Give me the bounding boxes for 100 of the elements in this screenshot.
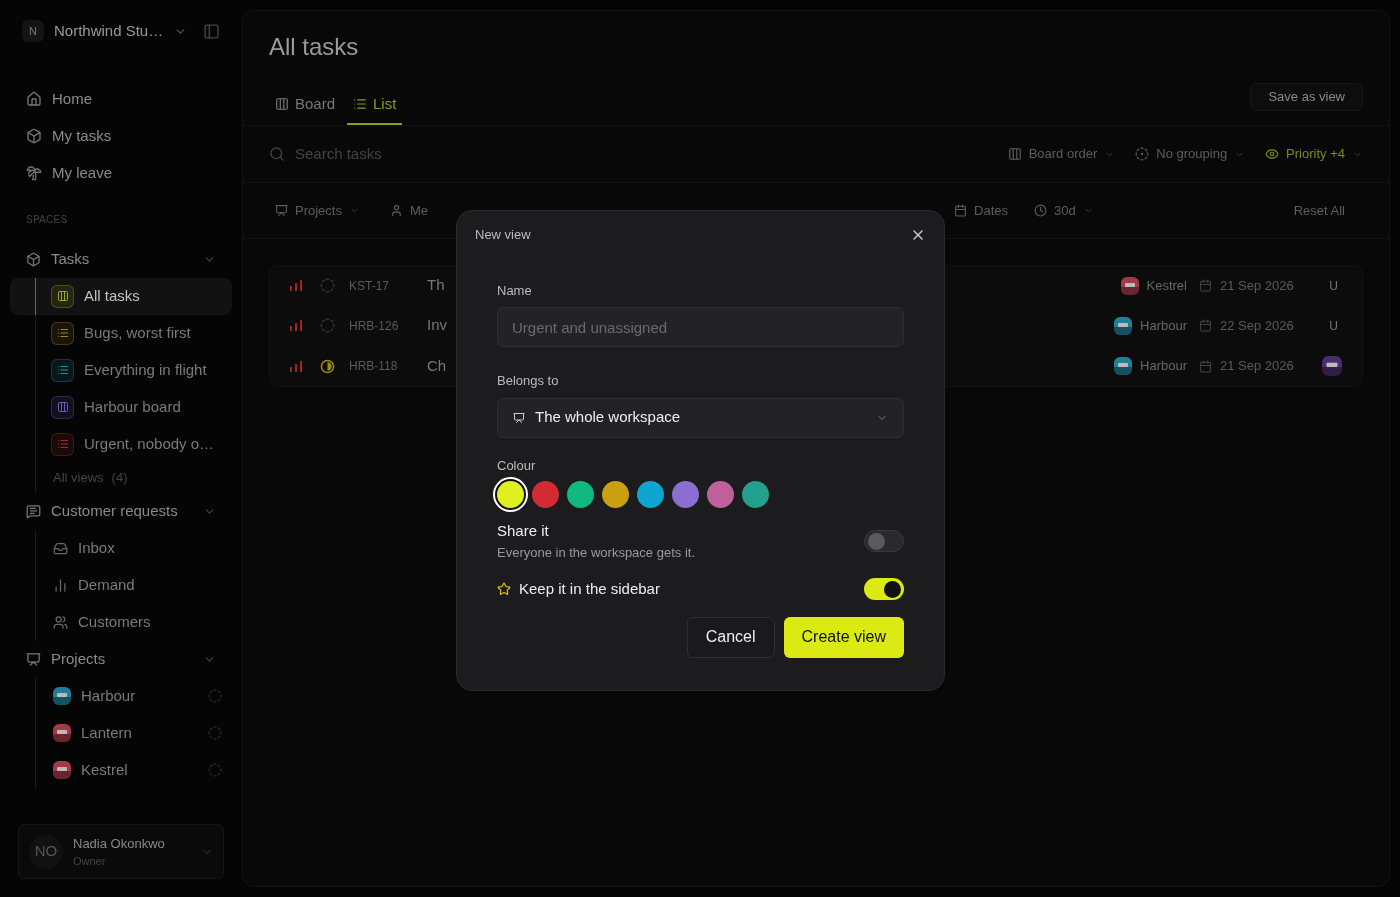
sort-control[interactable]: Board order [1007,144,1116,164]
house-icon [26,91,42,107]
colour-swatch[interactable] [532,481,559,508]
view-item[interactable]: Bugs, worst first [10,314,232,352]
list-icon [353,97,368,111]
assignee-initial: U [1329,277,1339,295]
field-label: Name [497,281,533,300]
task-id: HRB-118 [349,358,399,375]
due-date: 22 Sep 2026 [1220,316,1295,335]
sidebar-label: Keep it in the sidebar [519,579,661,599]
calendar-icon [1199,279,1212,292]
cube-icon [26,251,41,267]
user-card[interactable]: NO Nadia Okonkwo Owner [18,824,224,879]
user-icon [389,204,403,217]
share-description: Everyone in the workspace gets it. [497,543,696,562]
search-field[interactable]: Search tasks [295,142,595,166]
project-item[interactable]: Kestrel [35,751,232,789]
due-date: 21 Sep 2026 [1220,276,1295,295]
priority-bars-icon [290,320,302,331]
dialog-title: New view [475,226,531,244]
cube-icon [26,128,42,144]
presentation-icon [26,651,41,667]
calendar-icon [1199,359,1212,373]
task-title: Ch [427,355,447,376]
search-icon [269,146,285,162]
priority-bars-icon [290,280,302,291]
assignee-initial: U [1329,317,1339,335]
space-header[interactable]: Projects [10,640,232,678]
toggle-switch[interactable] [864,530,904,552]
project-label: Kestrel [1146,276,1187,295]
view-item[interactable]: Urgent, nobody o… [10,425,232,463]
nav-item[interactable]: Demand [35,566,135,604]
view-item[interactable]: Harbour board [10,388,232,426]
project-item[interactable]: Lantern [35,714,232,752]
sort-control[interactable]: No grouping [1135,144,1246,164]
field-label: Colour [497,456,537,475]
project-label: Harbour [1140,357,1187,376]
user-avatar: NO [29,834,63,869]
view-tab[interactable]: Board [269,85,342,125]
workspace-name[interactable]: Northwind Stu… [54,20,164,43]
inbox-icon [53,540,68,556]
sort-control[interactable]: Priority +4 [1265,144,1363,164]
create-view-button[interactable]: Create view [783,616,904,658]
task-title: Th [427,275,445,296]
colour-swatch[interactable] [567,481,594,508]
dashed-circle-icon [1135,147,1150,161]
sidebar-toggle-icon[interactable] [203,22,220,40]
save-view-button[interactable]: Save as view [1250,83,1363,111]
nav-item[interactable]: Customers [35,603,151,641]
filter-chip[interactable]: Projects [275,200,360,221]
colour-swatch[interactable] [637,481,664,508]
view-item[interactable]: All tasks [10,277,232,315]
due-date: 21 Sep 2026 [1220,357,1295,376]
page-title: All tasks [269,32,360,62]
workspace-logo: N [22,20,44,43]
view-tab[interactable]: List [347,85,403,125]
belongs-to-select[interactable]: The whole workspace [497,397,904,438]
user-name: Nadia Okonkwo [73,834,166,853]
cancel-button[interactable]: Cancel [686,616,775,658]
columns-icon [275,97,289,111]
name-input[interactable]: Urgent and unassigned [497,307,904,347]
space-header[interactable]: Customer requests [10,492,232,530]
task-id: HRB-126 [349,317,400,335]
bar-chart-icon [53,577,68,593]
section-label: SPACES [25,212,69,227]
user-role: Owner [73,854,107,869]
nav-item[interactable]: My leave [10,154,232,192]
view-item[interactable]: Everything in flight [10,351,232,389]
task-title: Inv [427,315,447,336]
toggle-switch[interactable] [864,578,904,601]
colour-swatch[interactable] [672,481,699,508]
clock-icon [1034,204,1047,217]
nav-item[interactable]: Home [10,80,232,118]
project-item[interactable]: Harbour [35,677,232,715]
colour-swatch[interactable] [742,481,769,508]
calendar-icon [1199,319,1212,332]
colour-swatch[interactable] [707,481,734,508]
nav-item[interactable]: My tasks [10,117,232,155]
dashed-circle-icon [208,763,222,777]
space-header[interactable]: Tasks [10,240,232,278]
chat-icon [26,503,41,519]
nav-item[interactable]: Inbox [35,529,115,567]
dashed-circle-icon [208,689,222,703]
calendar-icon [954,204,968,217]
priority-bars-icon [290,360,302,372]
reset-all-button[interactable]: Reset All [1293,200,1345,221]
task-id: KST-17 [349,277,391,295]
columns-icon [1007,147,1022,161]
presentation-icon [513,411,525,424]
filter-chip[interactable]: Dates [954,200,1008,221]
filter-chip[interactable]: Me [389,200,429,221]
share-label: Share it [497,521,550,541]
people-icon [53,614,68,630]
dashed-circle-icon [208,726,222,740]
colour-swatch[interactable] [602,481,629,508]
presentation-icon [275,204,288,217]
palm-tree-icon [26,165,42,181]
filter-chip[interactable]: 30d [1034,200,1094,221]
eye-icon [1265,147,1280,161]
field-label: Belongs to [497,372,560,390]
